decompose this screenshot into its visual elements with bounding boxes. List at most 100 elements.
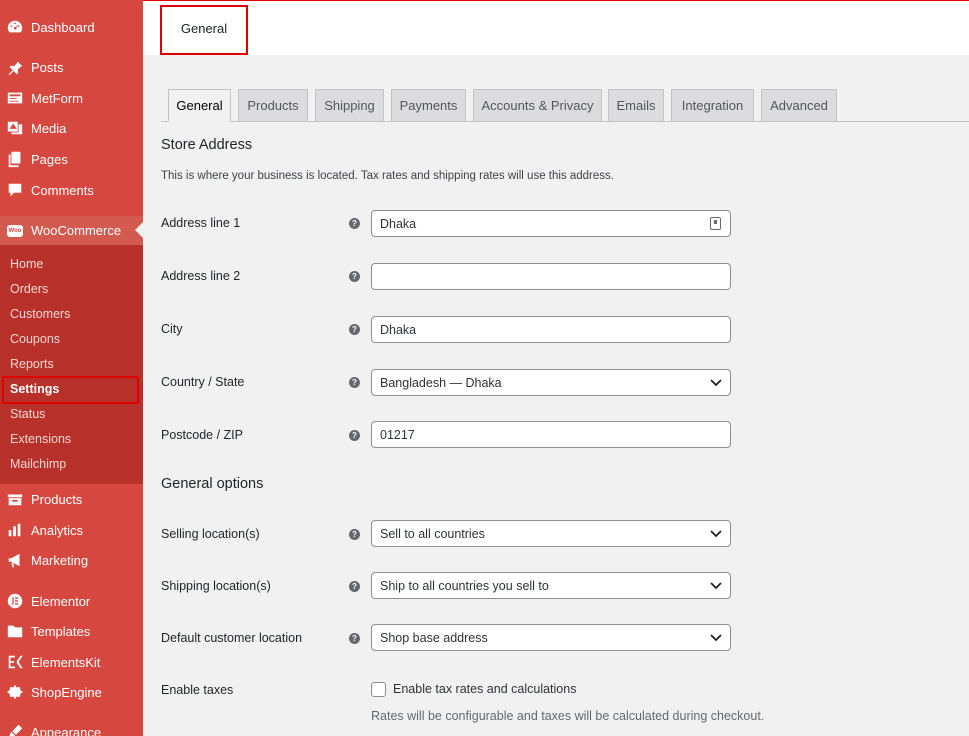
selling-location-select[interactable]: Sell to all countries (371, 520, 731, 547)
postcode-field[interactable]: 01217 (371, 421, 731, 448)
tab-emails[interactable]: Emails (608, 89, 664, 122)
menu-posts[interactable]: Posts (0, 53, 143, 81)
help-icon[interactable]: ? (349, 529, 360, 540)
tab-accounts-privacy[interactable]: Accounts & Privacy (473, 89, 602, 122)
woocommerce-submenu: Home Orders Customers Coupons Reports Se… (0, 245, 143, 484)
store-address-heading: Store Address (161, 137, 253, 153)
submenu-orders[interactable]: Orders (10, 282, 48, 296)
postcode-value: 01217 (380, 427, 415, 442)
menu-templates[interactable]: Templates (0, 617, 143, 645)
help-icon[interactable]: ? (349, 430, 360, 441)
menu-woocommerce[interactable]: Woo WooCommerce (0, 216, 143, 245)
selling-location-label: Selling location(s) (161, 527, 260, 541)
pages-icon (5, 149, 25, 169)
submenu-reports[interactable]: Reports (10, 357, 54, 371)
city-field[interactable]: Dhaka (371, 316, 731, 343)
menu-analytics[interactable]: Analytics (0, 516, 143, 544)
help-icon[interactable]: ? (349, 271, 360, 282)
help-icon[interactable]: ? (349, 377, 360, 388)
menu-shopengine[interactable]: ShopEngine (0, 678, 143, 706)
active-menu-arrow (135, 222, 143, 238)
tab-shipping[interactable]: Shipping (315, 89, 384, 122)
country-state-label: Country / State (161, 375, 245, 389)
tab-advanced[interactable]: Advanced (761, 89, 837, 122)
submenu-extensions[interactable]: Extensions (10, 432, 71, 446)
address2-label: Address line 2 (161, 269, 241, 283)
menu-label: Elementor (31, 593, 91, 609)
menu-products[interactable]: Products (0, 485, 143, 513)
address1-label: Address line 1 (161, 216, 241, 230)
menu-label: ShopEngine (31, 684, 102, 700)
chevron-down-icon (710, 530, 722, 538)
shipping-location-label: Shipping location(s) (161, 579, 271, 593)
submenu-status[interactable]: Status (10, 407, 45, 421)
chevron-down-icon (710, 582, 722, 590)
menu-label: Templates (31, 623, 91, 639)
form-icon (5, 88, 25, 108)
enable-taxes-checkbox-label[interactable]: Enable tax rates and calculations (393, 682, 576, 696)
address1-field[interactable]: Dhaka (371, 210, 731, 237)
address1-value: Dhaka (380, 216, 417, 231)
submenu-coupons[interactable]: Coupons (10, 332, 60, 346)
settings-highlight-box (2, 376, 139, 404)
submenu-customers[interactable]: Customers (10, 307, 70, 321)
menu-label: Media (31, 120, 67, 136)
tab-products[interactable]: Products (238, 89, 308, 122)
chevron-down-icon (710, 379, 722, 387)
menu-label: Appearance (31, 724, 102, 736)
menu-pages[interactable]: Pages (0, 145, 143, 173)
dashboard-icon (5, 17, 25, 37)
top-general-tab[interactable]: General (160, 5, 248, 55)
elementor-icon (5, 591, 25, 611)
menu-media[interactable]: Media (0, 114, 143, 142)
submenu-mailchimp[interactable]: Mailchimp (10, 457, 66, 471)
country-state-value: Bangladesh — Dhaka (380, 375, 502, 390)
tab-general[interactable]: General (168, 89, 231, 122)
city-value: Dhaka (380, 322, 417, 337)
menu-elementskit[interactable]: ElementsKit (0, 648, 143, 676)
woo-icon: Woo (5, 221, 25, 241)
menu-dashboard[interactable]: Dashboard (0, 13, 143, 41)
city-label: City (161, 322, 183, 336)
pin-icon (5, 57, 25, 77)
default-customer-location-select[interactable]: Shop base address (371, 624, 731, 651)
default-customer-location-value: Shop base address (380, 630, 488, 645)
comment-icon (5, 180, 25, 200)
products-icon (5, 489, 25, 509)
analytics-icon (5, 520, 25, 540)
shipping-location-select[interactable]: Ship to all countries you sell to (371, 572, 731, 599)
menu-marketing[interactable]: Marketing (0, 546, 143, 574)
help-icon[interactable]: ? (349, 633, 360, 644)
enable-taxes-checkbox[interactable] (371, 682, 386, 697)
autofill-icon[interactable] (710, 217, 721, 230)
menu-label: Comments (31, 182, 94, 198)
menu-appearance[interactable]: Appearance (0, 718, 143, 736)
country-state-select[interactable]: Bangladesh — Dhaka (371, 369, 731, 396)
general-options-heading: General options (161, 476, 264, 492)
selling-location-value: Sell to all countries (380, 526, 485, 541)
default-customer-location-label: Default customer location (161, 631, 303, 645)
menu-label: Posts (31, 59, 64, 75)
menu-metform[interactable]: MetForm (0, 84, 143, 112)
menu-comments[interactable]: Comments (0, 176, 143, 204)
address2-field[interactable] (371, 263, 731, 290)
menu-label: Pages (31, 151, 68, 167)
chevron-down-icon (710, 634, 722, 642)
enable-taxes-description: Rates will be configurable and taxes wil… (371, 709, 765, 723)
help-icon[interactable]: ? (349, 218, 360, 229)
help-icon[interactable]: ? (349, 581, 360, 592)
tab-integration[interactable]: Integration (671, 89, 754, 122)
help-icon[interactable]: ? (349, 324, 360, 335)
woo-badge: Woo (6, 224, 24, 237)
menu-label: ElementsKit (31, 654, 101, 670)
menu-label: MetForm (31, 90, 83, 106)
tab-payments[interactable]: Payments (391, 89, 466, 122)
postcode-label: Postcode / ZIP (161, 428, 243, 442)
submenu-home[interactable]: Home (10, 257, 43, 271)
menu-label: Products (31, 491, 83, 507)
media-icon (5, 118, 25, 138)
menu-elementor[interactable]: Elementor (0, 587, 143, 615)
shipping-location-value: Ship to all countries you sell to (380, 578, 549, 593)
top-header-band (143, 0, 969, 55)
menu-label: Dashboard (31, 19, 95, 35)
